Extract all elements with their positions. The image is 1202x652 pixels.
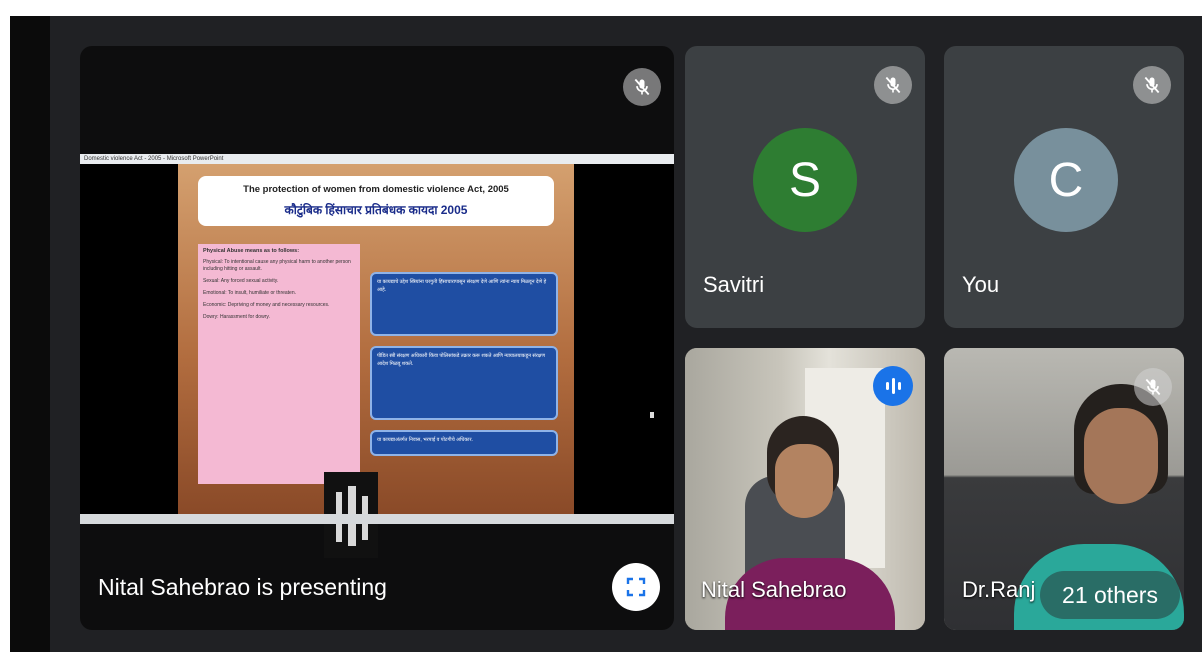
- pink-point: Emotional: To insult, humiliate or threa…: [203, 290, 297, 296]
- pink-point: Economic: Depriving of money and necessa…: [203, 302, 330, 308]
- pink-point: Physical: To intentional cause any physi…: [203, 259, 351, 272]
- slide-title-marathi: कौटुंबिक हिंसाचार प्रतिबंधक कायदा 2005: [284, 203, 468, 217]
- audio-wave-icon: [885, 378, 901, 394]
- pink-point: Sexual: Any forced sexual activity.: [203, 278, 279, 284]
- participant-tile-you[interactable]: C You: [944, 46, 1184, 328]
- slide-blue-box: पीडित स्त्री संरक्षण अधिकारी किंवा पोलिस…: [370, 346, 558, 420]
- avatar: S: [753, 128, 857, 232]
- slide-title-box: The protection of women from domestic vi…: [198, 176, 554, 226]
- shared-window-titlebar: Domestic violence Act - 2005 - Microsoft…: [80, 154, 674, 164]
- participant-name: Savitri: [703, 272, 765, 297]
- avatar: C: [1014, 128, 1118, 232]
- person-face: [775, 444, 833, 518]
- shared-screen: Domestic violence Act - 2005 - Microsoft…: [80, 154, 674, 558]
- others-button[interactable]: 21 others: [1040, 571, 1180, 619]
- meeting-window: Domestic violence Act - 2005 - Microsoft…: [0, 0, 1202, 652]
- presentation-tile[interactable]: Domestic violence Act - 2005 - Microsoft…: [80, 46, 674, 630]
- slide-blue-box: या कायद्याचे उद्देश स्त्रियांना घरगुती ह…: [370, 272, 558, 336]
- shared-window-statusbar: [80, 514, 674, 524]
- presenting-label: Nital Sahebrao is presenting: [98, 574, 387, 600]
- slide-title-english: The protection of women from domestic vi…: [243, 184, 509, 195]
- speaking-indicator: [873, 366, 913, 406]
- participant-name: Nital Sahebrao: [701, 577, 847, 602]
- participant-tile-savitri[interactable]: S Savitri: [685, 46, 925, 328]
- slide-pink-box: Physical Abuse means as to follows: Phys…: [198, 244, 378, 558]
- mic-off-icon: [623, 68, 661, 106]
- participant-name: Dr.Ranj: [962, 577, 1036, 602]
- person-face: [1084, 408, 1158, 504]
- fullscreen-button[interactable]: [612, 563, 660, 611]
- mic-off-icon: [1134, 368, 1172, 406]
- mouse-cursor: [650, 412, 654, 418]
- pink-point: Dowry: Harassment for dowry.: [203, 314, 270, 320]
- pink-box-heading: Physical Abuse means as to follows:: [203, 248, 300, 254]
- participant-tile-nital-sahebrao[interactable]: Nital Sahebrao: [685, 348, 925, 630]
- slide-blue-box: या कायद्याअंतर्गत निवास, भरपाई व पोटगीचे…: [370, 430, 558, 456]
- participant-tile-dr-ranj[interactable]: Dr.Ranj 21 others: [944, 348, 1184, 630]
- mic-off-icon: [874, 66, 912, 104]
- presentation-slide: The protection of women from domestic vi…: [178, 164, 574, 558]
- mic-off-icon: [1133, 66, 1171, 104]
- left-edge-bar: [10, 16, 50, 652]
- fullscreen-icon: [626, 577, 646, 597]
- participant-name: You: [962, 272, 1000, 297]
